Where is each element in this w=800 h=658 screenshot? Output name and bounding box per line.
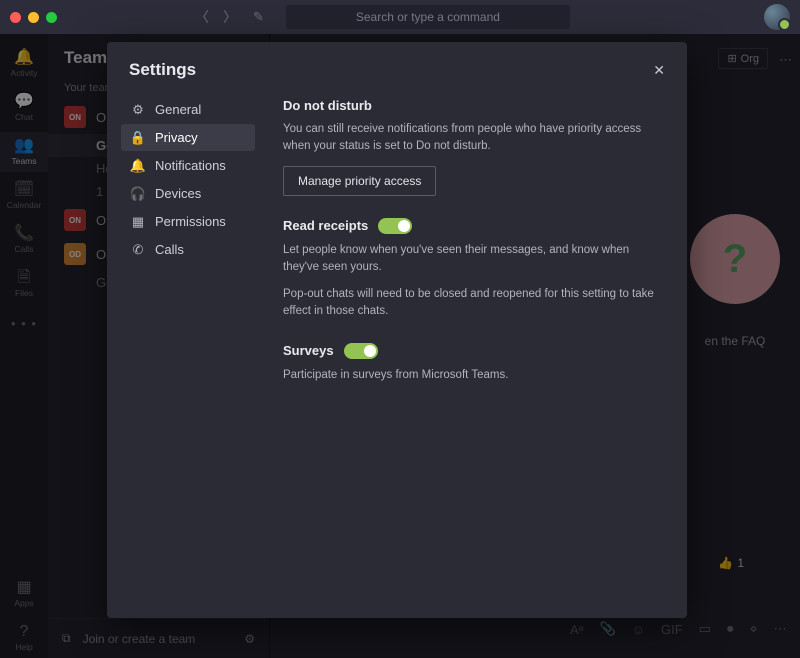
settings-nav: ⚙ General 🔒 Privacy 🔔 Notifications 🎧 De… xyxy=(107,86,263,618)
history-nav: 〈 〉 xyxy=(195,7,237,27)
grid-icon: ▦ xyxy=(131,215,145,229)
settings-nav-permissions[interactable]: ▦ Permissions xyxy=(121,208,255,235)
window-close-button[interactable] xyxy=(10,12,21,23)
settings-content: Do not disturb You can still receive not… xyxy=(263,86,687,618)
gear-icon: ⚙ xyxy=(131,103,145,117)
window-maximize-button[interactable] xyxy=(46,12,57,23)
read-receipts-section: Read receipts Let people know when you'v… xyxy=(283,218,659,321)
titlebar: 〈 〉 ✎ Search or type a command xyxy=(0,0,800,34)
forward-icon[interactable]: 〉 xyxy=(223,7,237,27)
settings-nav-devices[interactable]: 🎧 Devices xyxy=(121,180,255,207)
modal-title: Settings xyxy=(129,60,196,80)
headset-icon: 🎧 xyxy=(131,187,145,201)
read-receipts-desc2: Pop-out chats will need to be closed and… xyxy=(283,286,659,321)
read-receipts-desc: Let people know when you've seen their m… xyxy=(283,242,659,277)
read-receipts-title: Read receipts xyxy=(283,218,368,233)
surveys-desc: Participate in surveys from Microsoft Te… xyxy=(283,367,659,384)
profile-avatar[interactable] xyxy=(764,4,790,30)
bell-icon: 🔔 xyxy=(131,159,145,173)
window-controls xyxy=(10,12,57,23)
dnd-title: Do not disturb xyxy=(283,98,659,113)
dnd-desc: You can still receive notifications from… xyxy=(283,121,659,156)
back-icon[interactable]: 〈 xyxy=(195,7,209,27)
settings-nav-calls[interactable]: ✆ Calls xyxy=(121,236,255,263)
modal-header: Settings ✕ xyxy=(107,42,687,86)
settings-modal: Settings ✕ ⚙ General 🔒 Privacy 🔔 Notific… xyxy=(107,42,687,618)
settings-nav-privacy[interactable]: 🔒 Privacy xyxy=(121,124,255,151)
read-receipts-toggle[interactable] xyxy=(378,218,412,234)
surveys-title: Surveys xyxy=(283,343,334,358)
settings-nav-notifications[interactable]: 🔔 Notifications xyxy=(121,152,255,179)
nav-label: Privacy xyxy=(155,130,198,145)
compose-icon[interactable]: ✎ xyxy=(253,9,264,25)
window-minimize-button[interactable] xyxy=(28,12,39,23)
nav-label: General xyxy=(155,102,201,117)
nav-label: Notifications xyxy=(155,158,226,173)
settings-nav-general[interactable]: ⚙ General xyxy=(121,96,255,123)
close-icon[interactable]: ✕ xyxy=(653,62,665,79)
surveys-section: Surveys Participate in surveys from Micr… xyxy=(283,343,659,384)
lock-icon: 🔒 xyxy=(131,131,145,145)
phone-icon: ✆ xyxy=(131,243,145,257)
nav-label: Calls xyxy=(155,242,184,257)
dnd-section: Do not disturb You can still receive not… xyxy=(283,98,659,196)
manage-priority-access-button[interactable]: Manage priority access xyxy=(283,166,436,196)
nav-label: Devices xyxy=(155,186,201,201)
nav-label: Permissions xyxy=(155,214,226,229)
search-input[interactable]: Search or type a command xyxy=(286,5,570,29)
modal-body: ⚙ General 🔒 Privacy 🔔 Notifications 🎧 De… xyxy=(107,86,687,618)
surveys-toggle[interactable] xyxy=(344,343,378,359)
